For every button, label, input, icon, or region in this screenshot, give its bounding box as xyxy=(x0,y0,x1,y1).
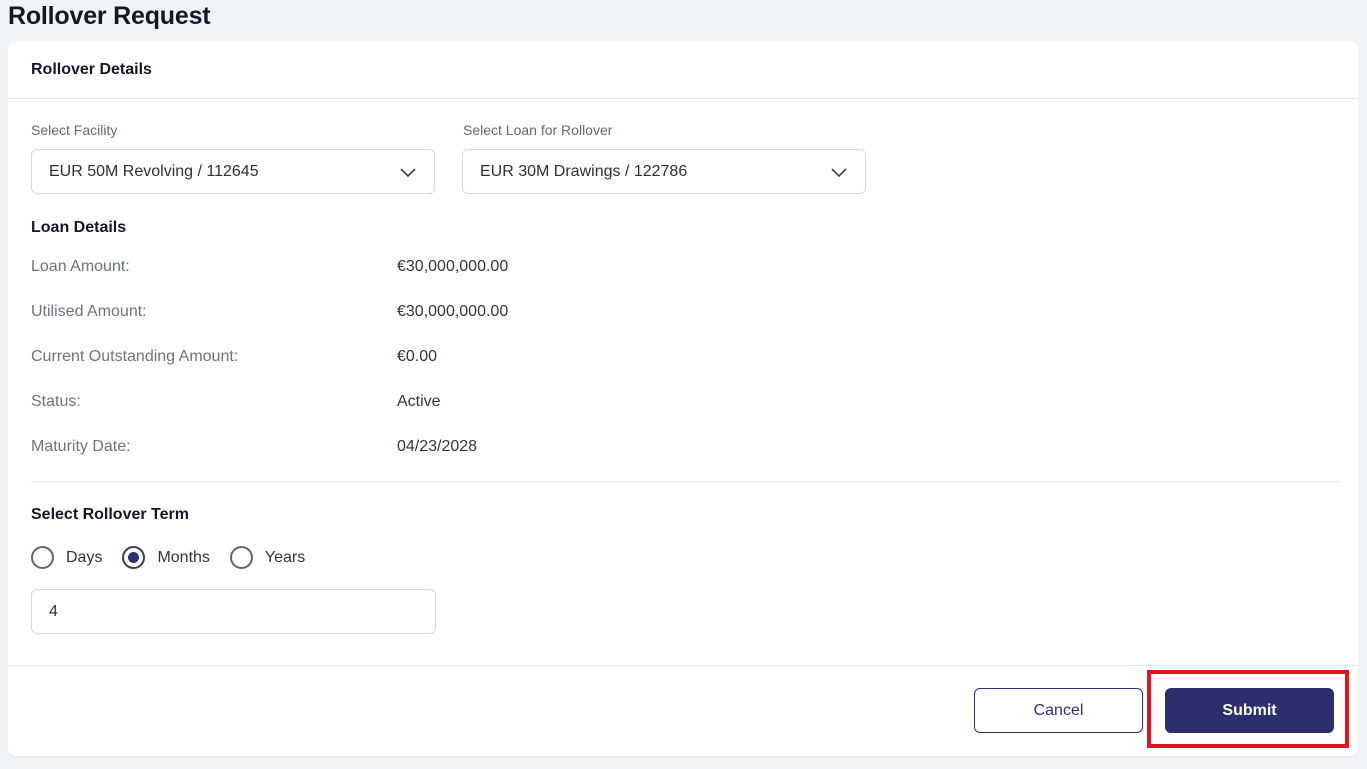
facility-select-value: EUR 50M Revolving / 112645 xyxy=(49,162,259,180)
utilised-amount-value: €30,000,000.00 xyxy=(397,303,509,320)
maturity-date-value: 04/23/2028 xyxy=(397,438,478,455)
outstanding-amount-label: Current Outstanding Amount: xyxy=(31,348,239,365)
loan-amount-value: €30,000,000.00 xyxy=(397,258,509,275)
term-unit-radio-group: Days Months Years xyxy=(31,546,325,569)
status-label: Status: xyxy=(31,393,81,410)
loan-select-label: Select Loan for Rollover xyxy=(463,122,613,138)
maturity-date-label: Maturity Date: xyxy=(31,438,131,455)
rollover-term-input[interactable] xyxy=(31,589,436,634)
radio-years-label: Years xyxy=(264,548,306,566)
loan-amount-label: Loan Amount: xyxy=(31,258,130,275)
loan-select[interactable]: EUR 30M Drawings / 122786 xyxy=(462,149,866,194)
status-value: Active xyxy=(397,393,441,410)
radio-years[interactable]: Years xyxy=(229,546,306,569)
submit-button[interactable]: Submit xyxy=(1165,688,1334,733)
card-title: Rollover Details xyxy=(8,41,1358,99)
loan-details-title: Loan Details xyxy=(31,219,127,236)
radio-days[interactable]: Days xyxy=(31,546,102,569)
page-title: Rollover Request xyxy=(8,2,211,30)
outstanding-amount-value: €0.00 xyxy=(397,348,438,365)
facility-select[interactable]: EUR 50M Revolving / 112645 xyxy=(31,149,435,194)
loan-select-value: EUR 30M Drawings / 122786 xyxy=(480,162,688,180)
chevron-down-icon xyxy=(831,167,847,177)
radio-days-label: Days xyxy=(66,548,103,566)
rollover-term-title: Select Rollover Term xyxy=(31,506,189,523)
cancel-button[interactable]: Cancel xyxy=(974,688,1143,733)
radio-months-label: Months xyxy=(157,548,210,566)
utilised-amount-label: Utilised Amount: xyxy=(31,303,147,320)
rollover-card: Rollover Details Select Facility EUR 50M… xyxy=(8,41,1358,756)
radio-days-circle[interactable] xyxy=(31,546,54,569)
radio-months[interactable]: Months xyxy=(122,546,210,569)
facility-label: Select Facility xyxy=(31,122,118,138)
chevron-down-icon xyxy=(400,167,416,177)
footer-divider xyxy=(8,665,1358,666)
section-divider xyxy=(31,481,1339,482)
radio-months-circle[interactable] xyxy=(122,546,146,569)
radio-years-circle[interactable] xyxy=(229,546,253,569)
